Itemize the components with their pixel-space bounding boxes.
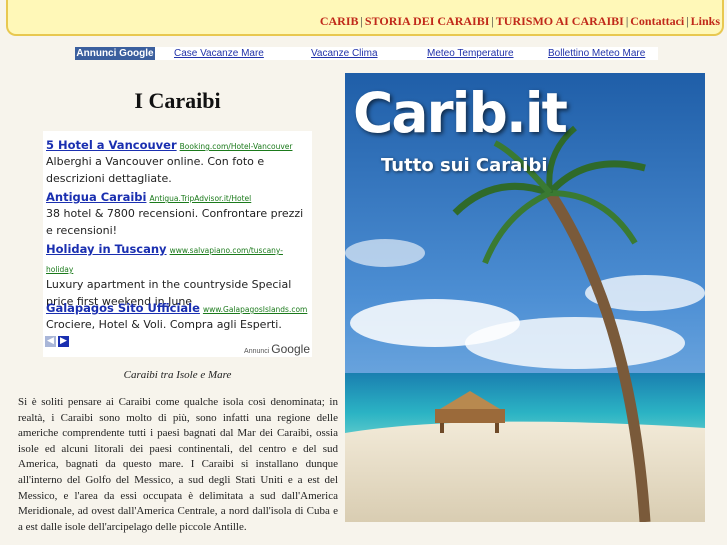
ad-description: Alberghi a Vancouver online. Con foto e … — [46, 155, 265, 185]
ads-by-prefix: Annunci — [244, 348, 270, 355]
nav-link-links[interactable]: Links — [691, 14, 720, 28]
ad-url-link[interactable]: Booking.com/Hotel-Vancouver — [180, 142, 293, 151]
site-tagline: Tutto sui Caraibi — [381, 155, 548, 176]
prev-arrow-icon[interactable]: ◀ — [45, 336, 56, 347]
header-bar: CARIB | STORIA DEI CARAIBI | TURISMO AI CARA… — [6, 0, 724, 36]
ad-item: 5 Hotel a Vancouver Booking.com/Hotel-Van… — [46, 134, 308, 187]
site-logo: Carib.it — [353, 81, 568, 145]
link-unit-bollettino-meteo[interactable]: Bollettino Meteo Mare — [548, 47, 645, 60]
ad-item: Antigua Caraibi Antigua.TripAdvisor.it/Ho… — [46, 186, 308, 239]
top-navigation: CARIB | STORIA DEI CARAIBI | TURISMO AI CARA… — [319, 14, 720, 28]
nav-link-contattaci[interactable]: Contattaci — [630, 14, 684, 28]
next-arrow-icon[interactable]: ▶ — [58, 336, 69, 347]
article-body: Si è soliti pensare ai Caraibi come qual… — [18, 396, 338, 533]
nav-link-storia[interactable]: STORIA DEI CARAIBI — [365, 14, 489, 28]
ad-item: Galapagos Sito Ufficiale www.GalapagosIsl… — [46, 297, 308, 333]
ad-pagination: ◀ ▶ — [45, 336, 71, 355]
google-ads-box: 5 Hotel a Vancouver Booking.com/Hotel-Van… — [43, 131, 312, 357]
nav-link-turismo[interactable]: TURISMO AI CARAIBI — [496, 14, 624, 28]
link-unit-vacanze-clima[interactable]: Vacanze Clima — [311, 47, 378, 60]
google-link-units: Annunci Google Case Vacanze Mare Vacanze… — [75, 47, 658, 60]
ad-headline-link[interactable]: Holiday in Tuscany — [46, 242, 167, 256]
link-unit-meteo-temperature[interactable]: Meteo Temperature — [427, 47, 514, 60]
ad-url-link[interactable]: Antigua.TripAdvisor.it/Hotel — [149, 194, 251, 203]
link-unit-case-vacanze[interactable]: Case Vacanze Mare — [174, 47, 264, 60]
ads-badge[interactable]: Annunci Google — [75, 47, 155, 60]
nav-link-carib[interactable]: CARIB — [320, 14, 359, 28]
ad-headline-link[interactable]: Galapagos Sito Ufficiale — [46, 301, 200, 315]
ad-headline-link[interactable]: Antigua Caraibi — [46, 190, 146, 204]
google-wordmark: Google — [271, 342, 310, 356]
ad-description: 38 hotel & 7800 recensioni. Confrontare … — [46, 207, 304, 237]
ad-url-link[interactable]: www.GalapagosIslands.com — [203, 305, 307, 314]
image-caption: Caraibi tra Isole e Mare — [123, 369, 232, 381]
ad-headline-link[interactable]: 5 Hotel a Vancouver — [46, 138, 177, 152]
page-title: I Caraibi — [134, 88, 221, 113]
ad-description: Crociere, Hotel & Voli. Compra agli Espe… — [46, 318, 282, 331]
hero-beach-photo: Carib.it Tutto sui Caraibi — [345, 73, 705, 522]
ads-by-google-link[interactable]: Annunci Google — [244, 342, 310, 356]
